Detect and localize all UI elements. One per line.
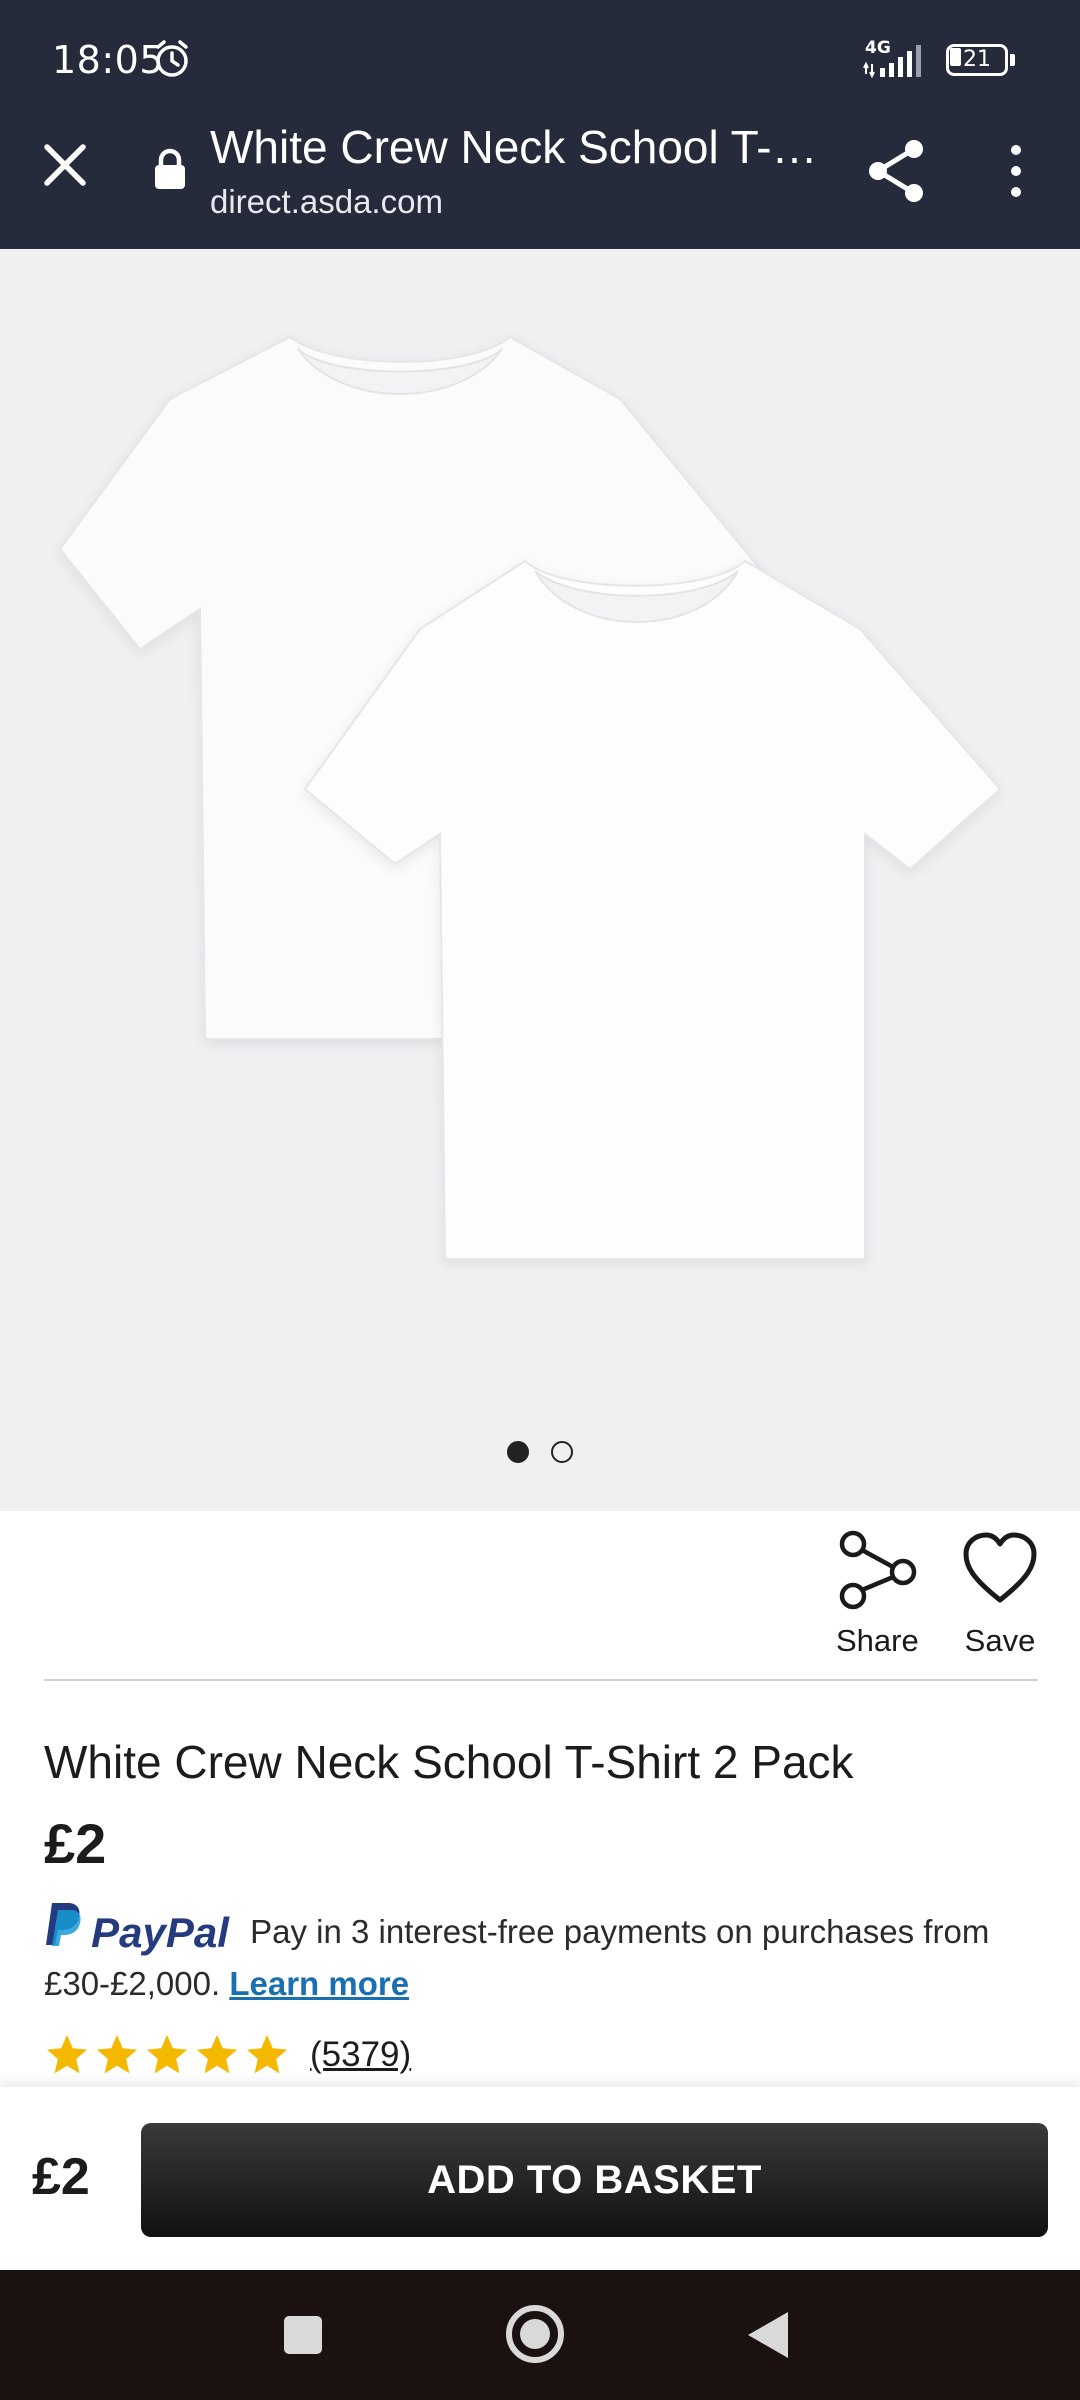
star-icon — [146, 2034, 188, 2074]
recents-button[interactable] — [284, 2316, 322, 2354]
top-bar: 18:05 4G 21 White Crew Neck School T-S..… — [0, 0, 1080, 249]
signal-icon — [863, 45, 921, 78]
product-image — [58, 335, 1002, 1260]
star-icon — [96, 2034, 138, 2074]
close-button[interactable] — [30, 130, 100, 200]
alarm-icon — [156, 40, 188, 77]
page-url[interactable]: direct.asda.com — [210, 183, 443, 221]
system-nav-bar — [0, 2270, 1080, 2400]
basket-price: £2 — [32, 2148, 90, 2206]
star-icon — [246, 2034, 288, 2074]
more-options-button[interactable] — [990, 135, 1042, 207]
share-label: Share — [836, 1623, 919, 1658]
paypal-p-icon — [46, 1903, 81, 1946]
share-icon[interactable] — [862, 135, 934, 207]
sticky-basket-bar: £2 ADD TO BASKET — [0, 2087, 1080, 2270]
carousel-indicator — [0, 1441, 1080, 1469]
menu-dot-icon — [1011, 145, 1021, 155]
page-title: White Crew Neck School T-S... — [210, 121, 830, 173]
status-time: 18:05 — [52, 38, 165, 82]
review-count: (5379) — [310, 2035, 412, 2074]
lock-icon — [155, 148, 185, 189]
star-rating[interactable]: (5379) — [44, 2030, 411, 2080]
star-icon — [196, 2034, 238, 2074]
share-button[interactable]: Share — [836, 1530, 919, 1659]
divider — [44, 1679, 1038, 1681]
product-image-carousel[interactable] — [0, 249, 1080, 1511]
review-count-link[interactable]: (5379) — [310, 2035, 411, 2075]
learn-more-link[interactable]: Learn more — [229, 1965, 409, 2002]
battery-level: 21 — [963, 47, 991, 72]
carousel-dot-active[interactable] — [507, 1441, 529, 1463]
paypal-wordmark: PayPal — [91, 1909, 229, 1956]
product-price: £2 — [44, 1812, 107, 1875]
menu-dot-icon — [1011, 187, 1021, 197]
home-button[interactable] — [506, 2305, 564, 2363]
star-icon — [46, 2034, 88, 2074]
paypal-logo: PayPal — [44, 1901, 229, 1960]
close-icon — [44, 144, 86, 186]
save-label: Save — [964, 1623, 1036, 1658]
save-button[interactable]: Save — [962, 1530, 1038, 1659]
product-title: White Crew Neck School T-Shirt 2 Pack — [44, 1736, 854, 1788]
heart-icon — [963, 1532, 1037, 1603]
paypal-message: PayPal Pay in 3 interest-free payments o… — [44, 1901, 1044, 2008]
back-button[interactable] — [748, 2312, 788, 2358]
battery-indicator: 21 — [946, 44, 1016, 76]
share-icon — [840, 1530, 917, 1610]
add-to-basket-button[interactable]: ADD TO BASKET — [141, 2123, 1048, 2237]
menu-dot-icon — [1011, 166, 1021, 176]
carousel-dot[interactable] — [551, 1441, 573, 1463]
